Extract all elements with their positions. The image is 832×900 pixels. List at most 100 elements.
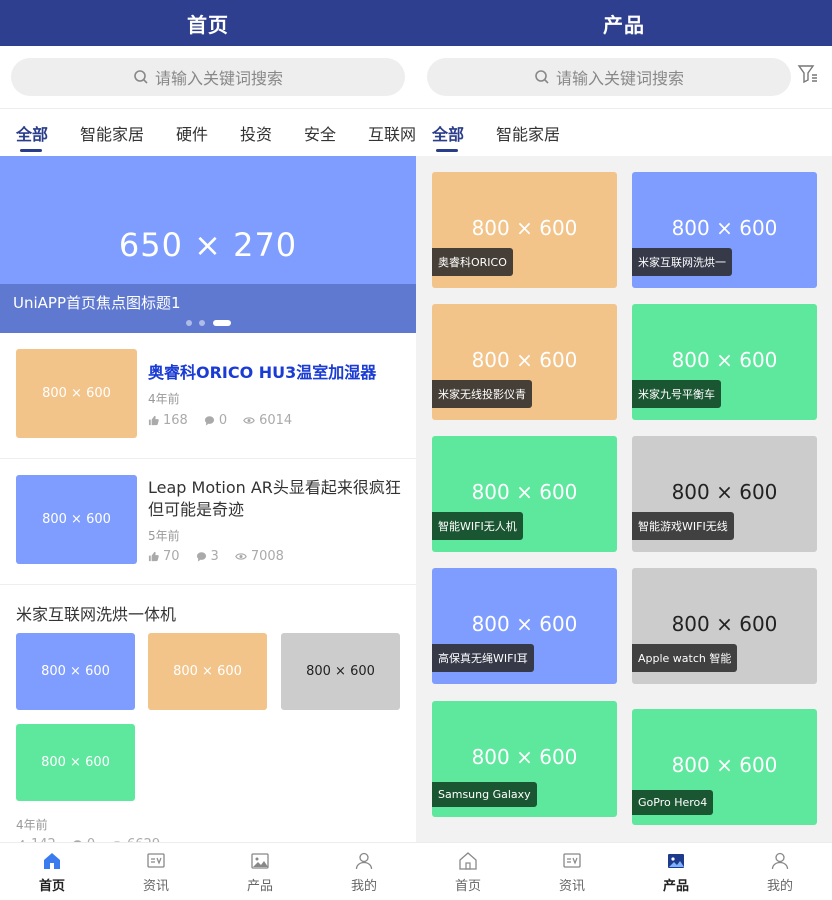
tab-all[interactable]: 全部 — [16, 121, 48, 145]
tab-investment[interactable]: 投资 — [240, 121, 272, 145]
category-tabs: 全部 智能家居 硬件 投资 安全 互联网 — [0, 108, 416, 156]
product-card[interactable]: 800 × 600 米家无线投影仪青 — [432, 304, 617, 420]
gallery-title: 米家互联网洗烘一体机 — [16, 605, 177, 624]
product-card[interactable]: 800 × 600 米家互联网洗烘一 — [632, 172, 817, 288]
search-input[interactable]: 请输入关键词搜索 — [427, 58, 791, 96]
views: 7008 — [235, 549, 284, 564]
product-card[interactable]: 800 × 600 高保真无绳WIFI耳 — [432, 568, 617, 684]
product-image: 800 × 600 — [671, 348, 778, 372]
product-label: 米家无线投影仪青 — [432, 380, 532, 408]
nav-label: 我的 — [350, 879, 377, 894]
carousel-dot[interactable] — [186, 320, 192, 326]
tab-internet[interactable]: 互联网 — [368, 121, 416, 145]
nav-profile[interactable]: 我的 — [334, 849, 394, 894]
tab-smart-home[interactable]: 智能家居 — [496, 121, 560, 145]
gallery-image[interactable]: 800 × 600 — [148, 633, 267, 710]
product-label: 奥睿科ORICO — [432, 248, 513, 276]
product-image: 800 × 600 — [671, 612, 778, 636]
home-icon — [459, 852, 477, 870]
tab-indicator — [20, 149, 42, 152]
nav-label: 产品 — [662, 879, 689, 894]
nav-news[interactable]: 资讯 — [542, 849, 602, 894]
banner-carousel[interactable]: 650 × 270 UniAPP首页焦点图标题1 — [0, 156, 416, 333]
list-item[interactable]: 800 × 600 Leap Motion AR头显看起来很疯狂但可能是奇迹 5… — [0, 459, 416, 584]
eye-icon — [243, 417, 255, 424]
item-stats: 70 3 7008 — [148, 549, 300, 564]
filter-button[interactable] — [796, 62, 820, 86]
search-bar: 请输入关键词搜索 — [0, 46, 416, 108]
comments: 3 — [196, 549, 219, 564]
nav-home[interactable]: 首页 — [438, 849, 498, 894]
products-screen: 产品 请输入关键词搜索 全部 智能家居 800 × 600 奥睿科ORICO 8… — [416, 0, 832, 900]
tab-security[interactable]: 安全 — [304, 121, 336, 145]
nav-label: 资讯 — [142, 879, 169, 894]
product-image: 800 × 600 — [671, 216, 778, 240]
nav-products[interactable]: 产品 — [646, 849, 706, 894]
page-title: 产品 — [416, 0, 832, 46]
gallery-item[interactable]: 米家互联网洗烘一体机 800 × 600 800 × 600 800 × 600… — [0, 585, 416, 852]
product-image: 800 × 600 — [471, 480, 578, 504]
bottom-nav: 首页 资讯 产品 我的 — [0, 842, 416, 900]
product-image: 800 × 600 — [471, 612, 578, 636]
product-label: 智能WIFI无人机 — [432, 512, 523, 540]
gallery-image[interactable]: 800 × 600 — [16, 724, 135, 801]
thumbs-up-icon — [148, 415, 159, 426]
tab-smart-home[interactable]: 智能家居 — [80, 121, 144, 145]
comment-icon — [196, 552, 206, 562]
search-input[interactable]: 请输入关键词搜索 — [11, 58, 405, 96]
likes: 168 — [148, 413, 188, 428]
product-card[interactable]: 800 × 600 智能WIFI无人机 — [432, 436, 617, 552]
tab-all[interactable]: 全部 — [432, 121, 464, 145]
nav-label: 产品 — [246, 879, 273, 894]
product-card[interactable]: 800 × 600 Apple watch 智能 — [632, 568, 817, 684]
product-card[interactable]: 800 × 600 Samsung Galaxy — [432, 701, 617, 817]
thumbs-up-icon — [148, 551, 159, 562]
news-icon — [563, 853, 581, 868]
gallery-image[interactable]: 800 × 600 — [281, 633, 400, 710]
product-card[interactable]: 800 × 600 米家九号平衡车 — [632, 304, 817, 420]
list-item[interactable]: 800 × 600 奥睿科ORICO HU3温室加湿器 4年前 168 0 60… — [0, 333, 416, 458]
item-title: Leap Motion AR头显看起来很疯狂但可能是奇迹 — [148, 478, 401, 519]
product-image: 800 × 600 — [471, 216, 578, 240]
views: 6014 — [243, 413, 292, 428]
carousel-dot[interactable] — [199, 320, 205, 326]
product-label: 智能游戏WIFI无线 — [632, 512, 734, 540]
banner-caption-text: UniAPP首页焦点图标题1 — [13, 294, 181, 312]
likes-count: 70 — [163, 549, 180, 564]
tab-hardware[interactable]: 硬件 — [176, 121, 208, 145]
home-screen: 首页 请输入关键词搜索 全部 智能家居 硬件 投资 安全 互联网 650 × 2… — [0, 0, 416, 900]
nav-home[interactable]: 首页 — [22, 849, 82, 894]
tab-indicator — [436, 149, 458, 152]
item-stats: 168 0 6014 — [148, 413, 308, 428]
search-bar: 请输入关键词搜索 — [416, 46, 832, 108]
product-label: 高保真无绳WIFI耳 — [432, 644, 534, 672]
nav-label: 首页 — [38, 879, 65, 894]
nav-profile[interactable]: 我的 — [750, 849, 810, 894]
search-icon — [134, 70, 148, 84]
page-title: 首页 — [0, 0, 416, 46]
gallery-image[interactable]: 800 × 600 — [16, 633, 135, 710]
nav-label: 我的 — [766, 879, 793, 894]
image-icon — [251, 853, 269, 869]
nav-label: 资讯 — [558, 879, 585, 894]
comments-count: 0 — [218, 413, 228, 428]
news-icon — [147, 853, 165, 868]
filter-icon — [797, 65, 817, 84]
product-card[interactable]: 800 × 600 GoPro Hero4 — [632, 709, 817, 825]
gallery-time: 4年前 — [16, 818, 48, 832]
comments: 0 — [204, 413, 227, 428]
image-icon — [668, 854, 684, 868]
banner-placeholder: 650 × 270 — [118, 226, 298, 264]
category-tabs: 全部 智能家居 — [416, 108, 832, 156]
nav-news[interactable]: 资讯 — [126, 849, 186, 894]
product-image: 800 × 600 — [671, 753, 778, 777]
banner-caption: UniAPP首页焦点图标题1 — [0, 284, 416, 333]
product-card[interactable]: 800 × 600 奥睿科ORICO — [432, 172, 617, 288]
product-card[interactable]: 800 × 600 智能游戏WIFI无线 — [632, 436, 817, 552]
eye-icon — [235, 553, 247, 560]
nav-products[interactable]: 产品 — [230, 849, 290, 894]
product-label: GoPro Hero4 — [632, 790, 714, 815]
user-icon — [771, 852, 789, 870]
user-icon — [355, 852, 373, 870]
carousel-dot-active[interactable] — [213, 320, 231, 326]
